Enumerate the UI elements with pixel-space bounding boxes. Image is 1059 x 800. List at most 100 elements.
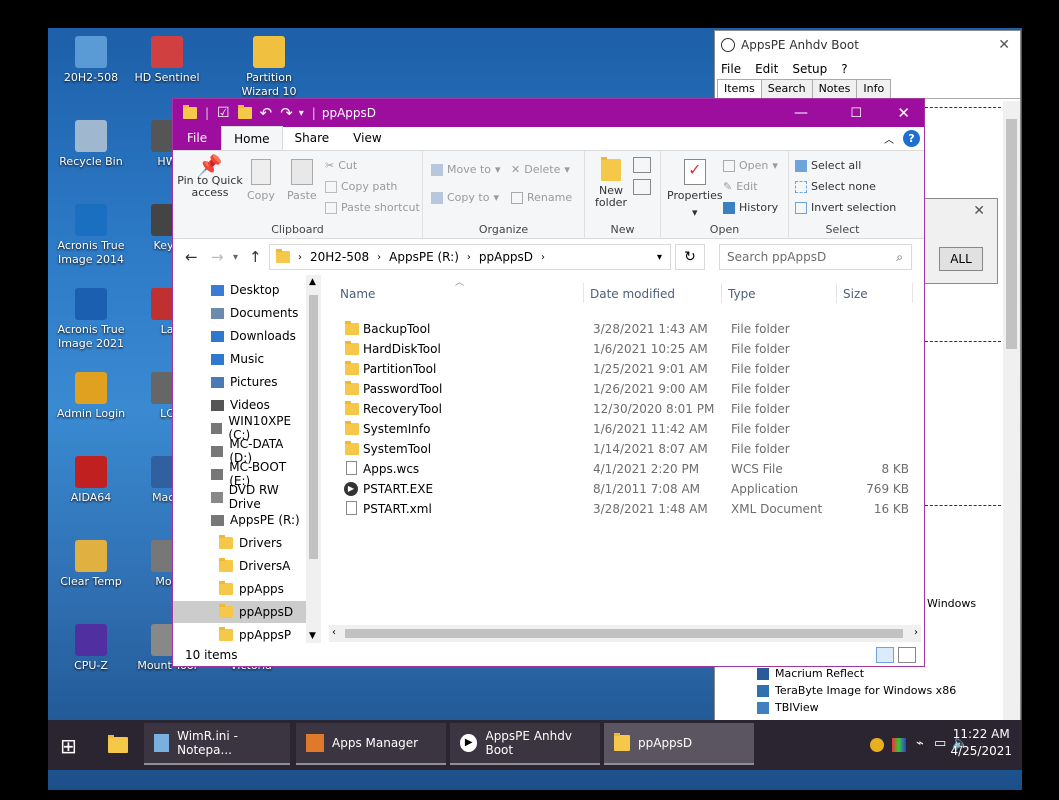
menu-file[interactable]: File — [721, 62, 741, 76]
table-row[interactable]: PartitionTool 1/25/2021 9:01 AM File folde… — [339, 359, 919, 379]
address-dropdown-icon[interactable]: ▾ — [657, 252, 662, 263]
network-icon[interactable]: ▭ — [934, 736, 946, 751]
minimize-icon[interactable]: — — [794, 105, 808, 121]
close-icon[interactable]: ✕ — [897, 104, 910, 122]
nav-item[interactable]: DVD RW Drive — [173, 483, 306, 511]
tab-share[interactable]: Share — [283, 126, 342, 150]
table-row[interactable]: RecoveryTool 12/30/2020 8:01 PM File folde… — [339, 399, 919, 419]
taskbar-appspe[interactable]: ▶ AppsPE Anhdv Boot — [450, 723, 600, 765]
table-row[interactable]: HardDiskTool 1/6/2021 10:25 AM File folder — [339, 339, 919, 359]
nav-item[interactable]: AppsPE (R:) — [173, 509, 306, 531]
nav-scrollbar[interactable]: ▲ ▼ — [306, 275, 321, 643]
undo-icon[interactable]: ↶ — [260, 104, 273, 122]
col-name[interactable]: Name — [340, 287, 375, 307]
open-button[interactable]: Open ▾ — [723, 159, 778, 172]
menu-edit[interactable]: Edit — [755, 62, 778, 76]
tray-color-icon[interactable] — [892, 738, 906, 752]
recent-chevron-icon[interactable]: ▾ — [233, 252, 238, 263]
cut-button[interactable]: ✂ Cut — [325, 159, 357, 172]
maximize-icon[interactable]: ☐ — [850, 106, 862, 121]
search-input[interactable]: Search ppAppsD ⌕ — [719, 244, 912, 270]
details-view-icon[interactable] — [876, 647, 894, 663]
invert-selection-button[interactable]: Invert selection — [795, 201, 896, 214]
collapse-ribbon-icon[interactable]: ︿ — [884, 131, 894, 146]
taskbar-explorer[interactable]: ppAppsD — [604, 723, 754, 765]
copy-path-button[interactable]: Copy path — [325, 180, 397, 193]
list-item[interactable]: TeraByte Image for Windows x86 — [757, 684, 956, 697]
properties-quick-icon[interactable]: ☑ — [217, 105, 230, 121]
help-icon[interactable]: ? — [903, 130, 920, 147]
col-type[interactable]: Type — [728, 287, 756, 307]
nav-item[interactable]: Videos — [173, 394, 306, 416]
nav-item[interactable]: ppAppsP — [173, 624, 306, 646]
tab-info[interactable]: Info — [856, 79, 892, 98]
appspe-titlebar[interactable]: AppsPE Anhdv Boot ✕ — [715, 31, 1020, 59]
nav-item[interactable]: ppAppsD — [173, 601, 306, 623]
desktop-icon[interactable]: Acronis True Image 2021 — [48, 288, 134, 351]
close-icon[interactable]: ✕ — [998, 37, 1010, 53]
copy-to-button[interactable]: Copy to ▾ — [431, 191, 499, 204]
breadcrumb-drive[interactable]: AppsPE (R:) — [389, 250, 459, 264]
table-row[interactable]: PasswordTool 1/26/2021 9:00 AM File folder — [339, 379, 919, 399]
history-button[interactable]: History — [723, 201, 778, 214]
table-row[interactable]: SystemInfo 1/6/2021 11:42 AM File folder — [339, 419, 919, 439]
paste-button[interactable]: Paste — [287, 159, 317, 202]
horizontal-scrollbar[interactable]: ‹ › — [329, 625, 921, 642]
tab-items[interactable]: Items — [717, 79, 762, 98]
tab-view[interactable]: View — [341, 126, 393, 150]
customize-chevron-icon[interactable]: ▾ — [299, 108, 304, 119]
nav-item[interactable]: WIN10XPE (C:) — [173, 414, 306, 442]
table-row[interactable]: BackupTool 3/28/2021 1:43 AM File folder — [339, 319, 919, 339]
redo-icon[interactable]: ↷ — [280, 104, 293, 122]
nav-item[interactable]: DriversA — [173, 555, 306, 577]
tab-search[interactable]: Search — [760, 79, 813, 98]
back-arrow-icon[interactable]: ← — [185, 248, 198, 266]
desktop-icon[interactable]: Admin Login — [48, 372, 134, 421]
move-to-button[interactable]: Move to ▾ — [431, 163, 501, 176]
select-none-button[interactable]: Select none — [795, 180, 876, 193]
tab-home[interactable]: Home — [221, 126, 283, 150]
edit-button[interactable]: ✎ Edit — [723, 180, 758, 193]
nav-item[interactable]: Desktop — [173, 279, 306, 301]
select-all-button[interactable]: Select all — [795, 159, 861, 172]
refresh-icon[interactable]: ↻ — [675, 244, 705, 270]
col-date[interactable]: Date modified — [590, 287, 675, 307]
desktop-icon[interactable]: CPU-Z — [48, 624, 134, 673]
new-folder-quick-icon[interactable] — [237, 105, 252, 119]
menu-help[interactable]: ? — [841, 62, 847, 76]
paste-shortcut-button[interactable]: Paste shortcut — [325, 201, 420, 214]
desktop-icon[interactable]: Partition Wizard 10 — [226, 36, 312, 99]
up-arrow-icon[interactable]: ↑ — [249, 248, 262, 266]
nav-item[interactable]: MC-DATA (D:) — [173, 437, 306, 465]
tab-notes[interactable]: Notes — [811, 79, 858, 98]
explorer-titlebar[interactable]: | ☑ ↶ ↷ ▾ | ppAppsD — ☐ ✕ — [173, 99, 924, 127]
col-size[interactable]: Size — [843, 287, 868, 307]
nav-item[interactable]: ppApps — [173, 578, 306, 600]
file-explorer-pin-icon[interactable] — [108, 735, 128, 753]
table-row[interactable]: SystemTool 1/14/2021 8:07 AM File folder — [339, 439, 919, 459]
clock[interactable]: 11:22 AM 4/25/2021 — [950, 726, 1012, 760]
breadcrumb-folder[interactable]: ppAppsD — [479, 250, 533, 264]
nav-item[interactable]: Downloads — [173, 325, 306, 347]
new-folder-button[interactable]: New folder — [591, 157, 631, 209]
nav-item[interactable]: Music — [173, 348, 306, 370]
taskbar-notepad[interactable]: WimR.ini - Notepa... — [144, 723, 290, 765]
all-button[interactable]: ALL — [939, 247, 983, 271]
forward-arrow-icon[interactable]: → — [211, 248, 224, 266]
tab-file[interactable]: File — [173, 126, 222, 150]
list-item[interactable]: TBIView — [757, 701, 819, 714]
list-item[interactable]: Macrium Reflect — [757, 667, 864, 680]
desktop-icon[interactable]: Recycle Bin — [48, 120, 134, 169]
large-icons-view-icon[interactable] — [898, 647, 916, 663]
appspe-scrollbar[interactable] — [1003, 101, 1020, 724]
desktop-icon[interactable]: Clear Temp — [48, 540, 134, 589]
list-item[interactable]: Windows — [927, 597, 976, 610]
breadcrumb-pc[interactable]: 20H2-508 — [310, 250, 369, 264]
desktop-icon[interactable]: Acronis True Image 2014 — [48, 204, 134, 267]
nav-item[interactable]: Drivers — [173, 532, 306, 554]
new-item-icon[interactable] — [633, 157, 651, 173]
delete-button[interactable]: ✕ Delete ▾ — [511, 163, 570, 176]
taskbar-apps-manager[interactable]: Apps Manager — [296, 723, 446, 765]
close-icon[interactable]: ✕ — [973, 203, 985, 219]
address-bar[interactable]: › 20H2-508 › AppsPE (R:) › ppAppsD › ▾ — [269, 244, 671, 270]
